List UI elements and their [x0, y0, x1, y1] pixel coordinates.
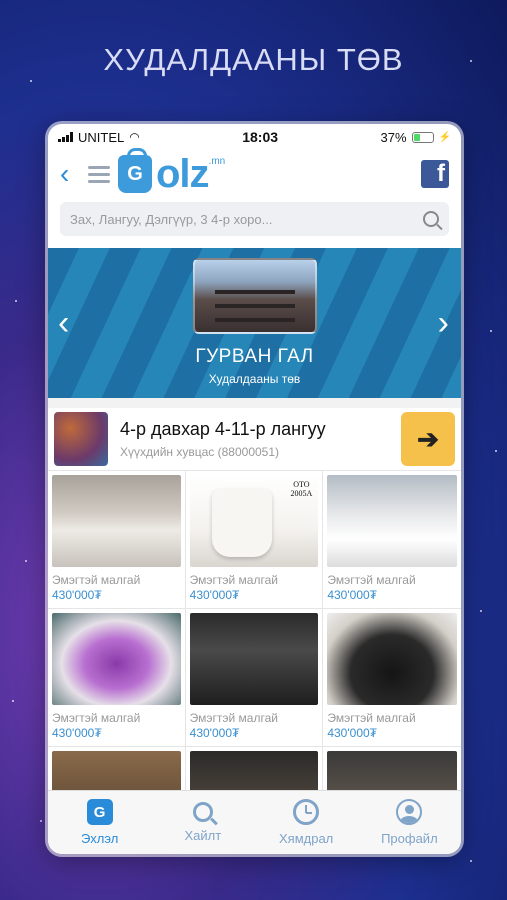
product-name: Эмэгтэй малгай	[189, 711, 278, 725]
product-image	[327, 475, 457, 567]
product-price: 430'000₮	[327, 726, 377, 740]
search-input[interactable]	[70, 211, 423, 227]
carrier-label: UNITEL	[78, 129, 125, 145]
phone-screen: UNITEL ◠ 18:03 37% ⚡ ‹ olz .mn f ГУРВАН …	[48, 124, 461, 854]
product-image	[52, 475, 181, 567]
product-card[interactable]: Эмэгтэй малгай 430'000₮	[185, 609, 324, 747]
product-price: 430'000₮	[52, 588, 102, 602]
chevron-left-icon[interactable]: ‹	[58, 304, 69, 343]
product-card[interactable]: Эмэгтэй малгай 430'000₮	[48, 609, 186, 747]
shop-row[interactable]: 4-р давхар 4-11-р лангуу Хүүхдийн хувцас…	[48, 408, 461, 470]
chevron-right-icon[interactable]: ›	[438, 304, 449, 343]
search-bar[interactable]	[60, 202, 449, 236]
product-card[interactable]: Эмэгтэй малгай 430'000₮	[323, 471, 461, 609]
clock-time: 18:03	[242, 129, 279, 145]
product-price: 430'000₮	[52, 726, 102, 740]
mall-title: ГУРВАН ГАЛ	[195, 346, 314, 367]
profile-icon	[396, 799, 423, 825]
arrow-right-button[interactable]: ➔	[401, 412, 455, 466]
logo-text: olz	[156, 151, 210, 196]
menu-icon[interactable]	[88, 165, 110, 183]
product-name: Эмэгтэй малгай	[52, 573, 141, 587]
product-name: Эмэгтэй малгай	[327, 711, 416, 725]
shopping-bag-icon	[118, 148, 152, 193]
shop-thumbnail	[54, 412, 108, 466]
product-card[interactable]: Эмэгтэй малгай 430'000₮	[48, 471, 186, 609]
battery-percent: 37%	[380, 129, 407, 145]
shop-title: 4-р давхар 4-11-р лангуу	[120, 419, 326, 439]
home-icon: G	[86, 799, 113, 825]
tab-label: Хямдрал	[278, 831, 334, 846]
search-icon	[192, 802, 213, 822]
tab-home[interactable]: G Эхлэл	[48, 791, 151, 854]
charging-icon: ⚡	[438, 131, 451, 143]
toilet-shape	[211, 489, 272, 557]
product-image	[52, 613, 181, 705]
battery-icon	[411, 131, 434, 143]
divider	[48, 398, 461, 408]
tab-profile[interactable]: Профайл	[358, 791, 461, 854]
product-name: Эмэгтэй малгай	[327, 573, 416, 587]
shop-subtitle: Хүүхдийн хувцас (88000051)	[120, 445, 280, 459]
product-image	[327, 613, 457, 705]
product-card[interactable]: Эмэгтэй малгай 430'000₮	[323, 609, 461, 747]
product-image: OTO 2005A	[189, 475, 319, 567]
tab-label: Хайлт	[184, 828, 222, 843]
product-price: 430'000₮	[189, 588, 240, 602]
mall-building-image	[192, 258, 317, 334]
logo-domain: .mn	[208, 155, 226, 167]
product-card[interactable]: OTO 2005A Эмэгтэй малгай 430'000₮	[185, 471, 324, 609]
olz-logo[interactable]: olz .mn	[118, 148, 226, 197]
product-image	[189, 613, 319, 705]
product-price: 430'000₮	[189, 726, 240, 740]
tab-discounts[interactable]: Хямдрал	[255, 791, 358, 854]
back-icon[interactable]: ‹	[60, 158, 82, 190]
tab-label: Профайл	[381, 831, 438, 846]
wifi-icon: ◠	[129, 130, 140, 144]
product-price: 430'000₮	[327, 588, 377, 602]
signal-icon	[58, 132, 73, 142]
page-headline: ХУДАЛДААНЫ ТӨВ	[103, 42, 404, 77]
status-bar: UNITEL ◠ 18:03 37% ⚡	[48, 124, 461, 150]
app-header: ‹ olz .mn f	[48, 148, 461, 198]
tab-label: Эхлэл	[80, 831, 119, 846]
product-name: Эмэгтэй малгай	[189, 573, 278, 587]
mall-subtitle: Худалдааны төв	[208, 372, 301, 386]
clock-icon	[293, 799, 320, 825]
product-name: Эмэгтэй малгай	[52, 711, 141, 725]
product-brand-text: OTO 2005A	[290, 480, 313, 498]
bottom-tab-bar: G Эхлэл Хайлт Хямдрал Профайл	[48, 790, 461, 854]
tab-search[interactable]: Хайлт	[151, 791, 254, 854]
mall-banner[interactable]: ГУРВАН ГАЛ Худалдааны төв ‹ ›	[48, 248, 461, 398]
facebook-icon[interactable]: f	[421, 160, 449, 188]
search-icon[interactable]	[423, 211, 439, 227]
